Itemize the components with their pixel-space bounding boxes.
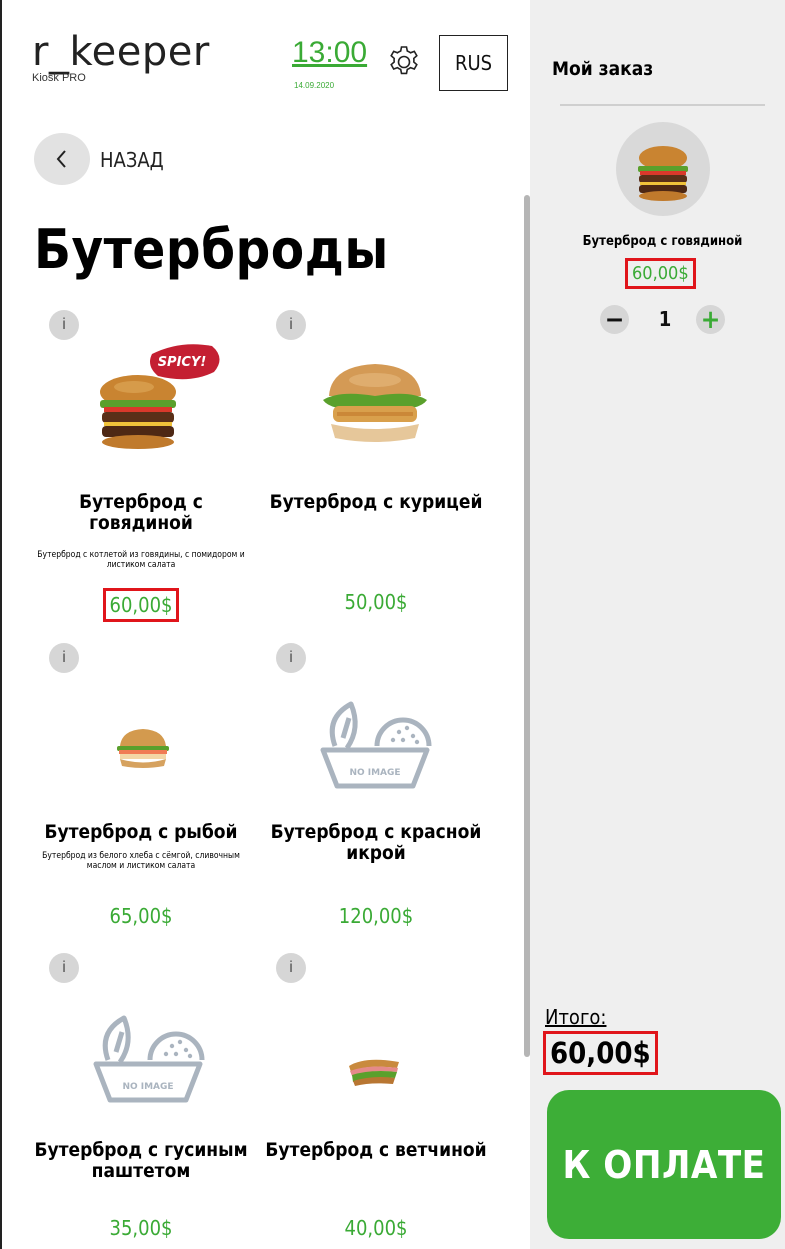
product-card[interactable]: NO IMAGE Бутерброд с красной икрой 120,0… — [261, 650, 491, 940]
product-name: Бутерброд с рыбой — [44, 821, 238, 843]
total-label: Итого: — [545, 1005, 607, 1029]
product-name: Бутерброд с говядиной — [79, 491, 203, 534]
gear-icon[interactable] — [386, 44, 422, 80]
decrease-button[interactable]: − — [600, 305, 629, 334]
product-description: Бутерброд из белого хлеба с сёмгой, слив… — [42, 851, 240, 871]
price-value: 50,00$ — [344, 590, 408, 614]
product-price: 50,00$ — [261, 588, 491, 616]
order-item-image — [616, 122, 710, 216]
clock-time: 13:00 — [292, 36, 368, 69]
price-value: 35,00$ — [109, 1216, 173, 1240]
product-name: Бутерброд с гусиным паштетом — [34, 1139, 248, 1182]
chicken-burger-image — [323, 364, 427, 442]
price-value: 120,00$ — [338, 904, 414, 928]
no-image-label: NO IMAGE — [122, 1082, 173, 1092]
product-price: 60,00$ — [26, 588, 256, 622]
back-label[interactable]: НАЗАД — [100, 148, 164, 172]
price-value: 60,00$ — [102, 588, 180, 622]
quantity-value: 1 — [658, 307, 672, 331]
clock-date: 14.09.2020 — [294, 81, 335, 90]
product-card[interactable]: Бутерброд с ветчиной 40,00$ — [261, 960, 491, 1245]
no-image-label: NO IMAGE — [349, 768, 400, 778]
quantity-stepper: − 1 + — [600, 305, 730, 335]
language-button[interactable]: RUS — [439, 35, 508, 91]
product-card[interactable]: Бутерброд с курицей 50,00$ — [261, 320, 491, 620]
pay-button[interactable]: К ОПЛАТЕ — [547, 1090, 781, 1239]
chevron-left-icon — [56, 150, 66, 168]
ham-sandwich-image — [349, 1059, 399, 1086]
beef-burger-image: SPICY! — [100, 344, 220, 449]
order-item-name: Бутерброд с говядиной — [582, 234, 743, 249]
increase-button[interactable]: + — [696, 305, 725, 334]
logo-text: r_keeper — [32, 29, 210, 75]
product-card[interactable]: Бутерброд с рыбой Бутерброд из белого хл… — [26, 650, 256, 940]
product-card[interactable]: SPICY! Бутерброд с говядиной Бутерброд с… — [26, 320, 256, 622]
total-value: 60,00$ — [543, 1031, 658, 1075]
order-title: Мой заказ — [552, 58, 654, 80]
product-card[interactable]: NO IMAGE Бутерброд с гусиным паштетом 35… — [26, 960, 256, 1245]
divider — [560, 104, 765, 106]
product-description: Бутерброд с котлетой из говядины, с поми… — [37, 550, 245, 570]
spicy-badge: SPICY! — [158, 355, 207, 370]
product-price: 40,00$ — [261, 1214, 491, 1242]
product-name: Бутерброд с красной икрой — [270, 821, 482, 864]
no-image-placeholder: NO IMAGE — [93, 1015, 205, 1103]
back-button[interactable] — [34, 133, 90, 185]
product-name: Бутерброд с курицей — [269, 491, 483, 513]
clock: 13:00 14.09.2020 — [292, 36, 368, 91]
price-value: 65,00$ — [109, 904, 173, 928]
product-price: 65,00$ — [26, 902, 256, 930]
product-price: 35,00$ — [26, 1214, 256, 1242]
order-sidebar: Мой заказ Бутерброд с говядиной 60,00$ −… — [530, 0, 785, 1249]
fish-burger-image — [117, 729, 169, 768]
price-value: 40,00$ — [344, 1216, 408, 1240]
order-item-price: 60,00$ — [625, 258, 696, 289]
page-title: Бутерброды — [34, 218, 389, 281]
logo: r_keeper Kiosk PRO — [32, 30, 210, 84]
no-image-placeholder: NO IMAGE — [320, 701, 432, 789]
product-price: 120,00$ — [261, 902, 491, 930]
product-name: Бутерброд с ветчиной — [265, 1139, 487, 1161]
